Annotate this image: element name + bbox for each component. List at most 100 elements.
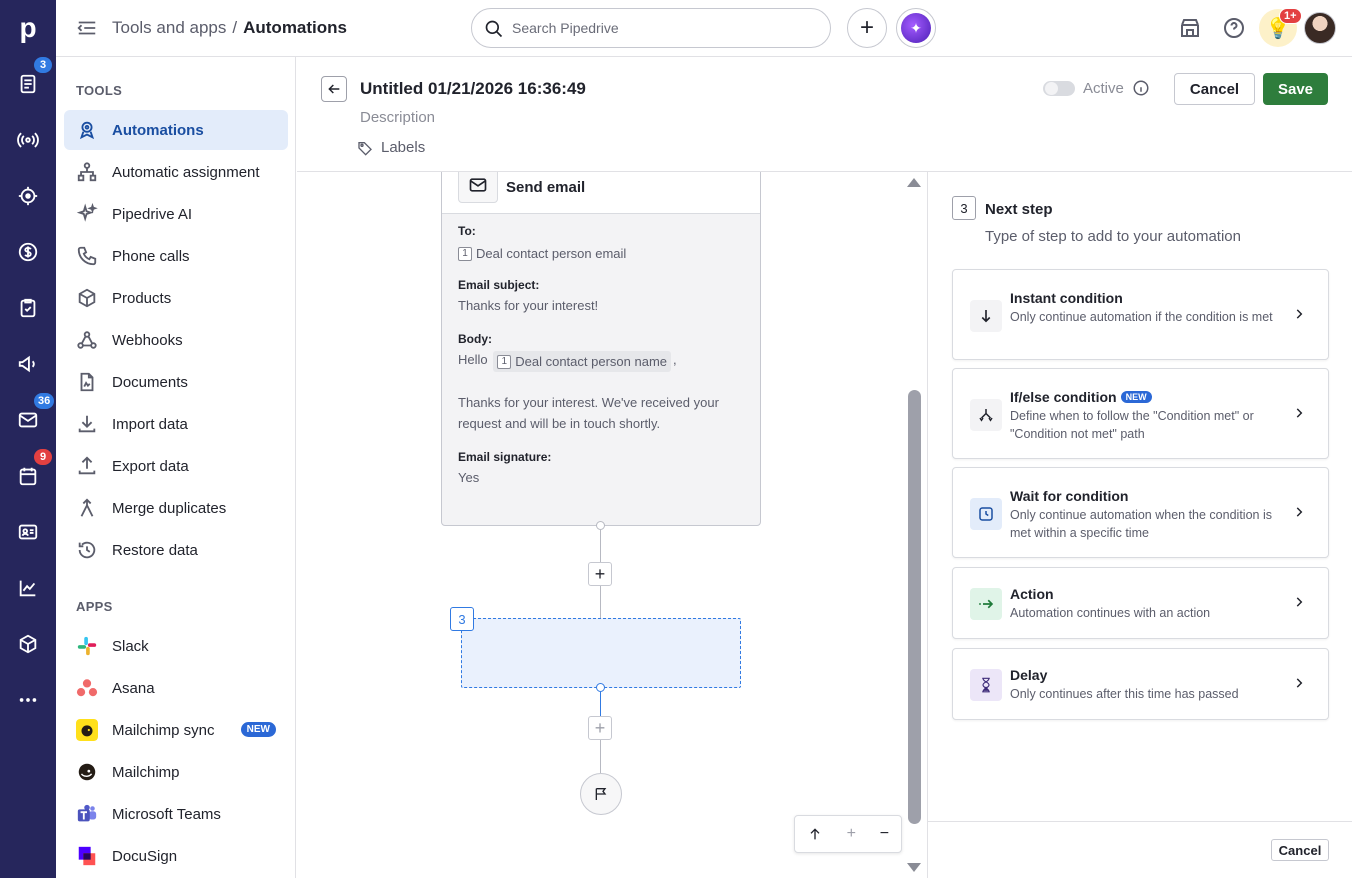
- connector-line: [600, 692, 601, 716]
- rail-target-icon[interactable]: [0, 168, 56, 224]
- sidenav-item-slack[interactable]: Slack: [64, 626, 288, 666]
- pipedrive-logo[interactable]: p: [0, 0, 56, 56]
- description-field[interactable]: Description: [360, 109, 435, 126]
- body-label: Body:: [458, 332, 492, 346]
- collapse-menu-icon[interactable]: [76, 17, 98, 39]
- sparkle-icon: ✦: [901, 13, 931, 43]
- sidenav-item-automations[interactable]: Automations: [64, 110, 288, 150]
- breadcrumb: Tools and apps / Automations: [112, 18, 347, 38]
- rail-deals-icon[interactable]: [0, 224, 56, 280]
- sidenav-item-restore-data[interactable]: Restore data: [64, 530, 288, 570]
- panel-subtitle: Type of step to add to your automation: [985, 228, 1241, 245]
- option-title: Instant condition: [1010, 290, 1123, 306]
- teams-logo: [77, 804, 97, 822]
- labels-text: Labels: [381, 139, 426, 156]
- rail-contacts-icon[interactable]: [0, 504, 56, 560]
- panel-cancel-button[interactable]: Cancel: [1271, 839, 1329, 861]
- add-step-button[interactable]: +: [588, 562, 612, 586]
- option-wait-for-condition[interactable]: Wait for condition Only continue automat…: [952, 467, 1329, 558]
- option-desc: Define when to follow the "Condition met…: [1010, 409, 1254, 441]
- rail-more-icon[interactable]: [0, 672, 56, 728]
- scroll-down-arrow[interactable]: [907, 863, 921, 872]
- ai-assistant-button[interactable]: ✦: [896, 8, 936, 48]
- sidenav-label: Asana: [112, 679, 155, 697]
- sidenav-item-microsoft-teams[interactable]: Microsoft Teams: [64, 794, 288, 834]
- breadcrumb-tools-and-apps[interactable]: Tools and apps: [112, 18, 226, 37]
- scroll-up-arrow[interactable]: [907, 178, 921, 187]
- rail-insights-icon[interactable]: [0, 560, 56, 616]
- add-step-button[interactable]: +: [588, 716, 612, 740]
- automation-canvas[interactable]: Send email To: 1 Deal contact person emai…: [297, 172, 927, 878]
- sidenav-item-documents[interactable]: Documents: [64, 362, 288, 402]
- upload-icon: [78, 456, 96, 475]
- sidenav-item-export-data[interactable]: Export data: [64, 446, 288, 486]
- option-action[interactable]: Action Automation continues with an acti…: [952, 567, 1329, 639]
- save-button[interactable]: Save: [1263, 73, 1328, 105]
- cancel-button[interactable]: Cancel: [1174, 73, 1255, 105]
- automation-icon: [79, 121, 95, 140]
- mailchimp-logo: [78, 763, 96, 781]
- option-instant-condition[interactable]: Instant condition Only continue automati…: [952, 269, 1329, 360]
- rail-products-icon[interactable]: [0, 616, 56, 672]
- zoom-out-icon[interactable]: −: [880, 825, 889, 843]
- automation-title[interactable]: Untitled 01/21/2026 16:36:49: [360, 79, 586, 99]
- rail-broadcast-icon[interactable]: [0, 112, 56, 168]
- active-toggle[interactable]: [1043, 81, 1075, 96]
- panel-step-number: 3: [952, 196, 976, 220]
- zoom-in-icon[interactable]: +: [847, 825, 856, 843]
- option-title-text: If/else condition: [1010, 389, 1117, 405]
- option-title: If/else condition NEW: [1010, 389, 1152, 405]
- subject-label: Email subject:: [458, 278, 540, 292]
- arrow-down-icon: [970, 300, 1002, 332]
- chevron-right-icon: [1296, 309, 1303, 319]
- sidenav-label: DocuSign: [112, 847, 178, 865]
- quick-add-button[interactable]: +: [847, 8, 887, 48]
- sidenav-item-merge-duplicates[interactable]: Merge duplicates: [64, 488, 288, 528]
- sidenav-item-webhooks[interactable]: Webhooks: [64, 320, 288, 360]
- signature-label: Email signature:: [458, 450, 552, 464]
- chevron-right-icon: [1296, 678, 1303, 688]
- phone-icon: [77, 246, 97, 266]
- option-desc: Only continue automation if the conditio…: [1010, 310, 1273, 324]
- chevron-right-icon: [1296, 507, 1303, 517]
- info-icon[interactable]: [1132, 79, 1150, 97]
- sidenav-item-import-data[interactable]: Import data: [64, 404, 288, 444]
- sidenav-item-phone-calls[interactable]: Phone calls: [64, 236, 288, 276]
- mail-badge: 36: [34, 393, 55, 409]
- search-input[interactable]: Search Pipedrive: [471, 8, 831, 48]
- sidenav-item-mailchimp-sync[interactable]: Mailchimp sync NEW: [64, 710, 288, 750]
- canvas-scrollbar[interactable]: [908, 390, 921, 824]
- tips-badge: 1+: [1279, 8, 1302, 24]
- sidenav-item-docusign[interactable]: DocuSign: [64, 836, 288, 876]
- sidenav-label: Slack: [112, 637, 149, 655]
- new-step-placeholder[interactable]: [461, 618, 741, 688]
- merge-icon: [80, 498, 94, 517]
- option-delay[interactable]: Delay Only continues after this time has…: [952, 648, 1329, 720]
- rail-campaigns-icon[interactable]: [0, 336, 56, 392]
- body-text: Thanks for your interest. We've received…: [458, 395, 719, 431]
- sidenav-item-pipedrive-ai[interactable]: Pipedrive AI: [64, 194, 288, 234]
- sidenav-item-products[interactable]: Products: [64, 278, 288, 318]
- help-icon[interactable]: [1222, 16, 1246, 40]
- rail-tasks-icon[interactable]: [0, 280, 56, 336]
- download-icon: [78, 415, 96, 433]
- sidenav-item-automatic-assignment[interactable]: Automatic assignment: [64, 152, 288, 192]
- automation-header: Untitled 01/21/2026 16:36:49 Description…: [297, 57, 1352, 172]
- labels-button[interactable]: Labels: [357, 139, 425, 156]
- back-button[interactable]: [321, 76, 347, 102]
- connector-dot: [596, 521, 605, 530]
- panel-title: Next step: [985, 201, 1053, 218]
- arrow-up-icon[interactable]: [807, 826, 823, 842]
- sidenav-item-asana[interactable]: Asana: [64, 668, 288, 708]
- sidenav-label: Documents: [112, 373, 188, 391]
- marketplace-icon[interactable]: [1178, 16, 1202, 40]
- sidenav-item-mailchimp[interactable]: Mailchimp: [64, 752, 288, 792]
- leads-badge: 3: [34, 57, 52, 73]
- sidenav-label: Pipedrive AI: [112, 205, 193, 223]
- send-email-step[interactable]: Send email To: 1 Deal contact person emai…: [441, 172, 761, 526]
- tag-icon: [358, 141, 372, 156]
- option-if-else-condition[interactable]: If/else condition NEW Define when to fol…: [952, 368, 1329, 459]
- connector-dot: [596, 683, 605, 692]
- user-avatar[interactable]: [1304, 12, 1336, 44]
- sidenav-label: Microsoft Teams: [112, 805, 221, 823]
